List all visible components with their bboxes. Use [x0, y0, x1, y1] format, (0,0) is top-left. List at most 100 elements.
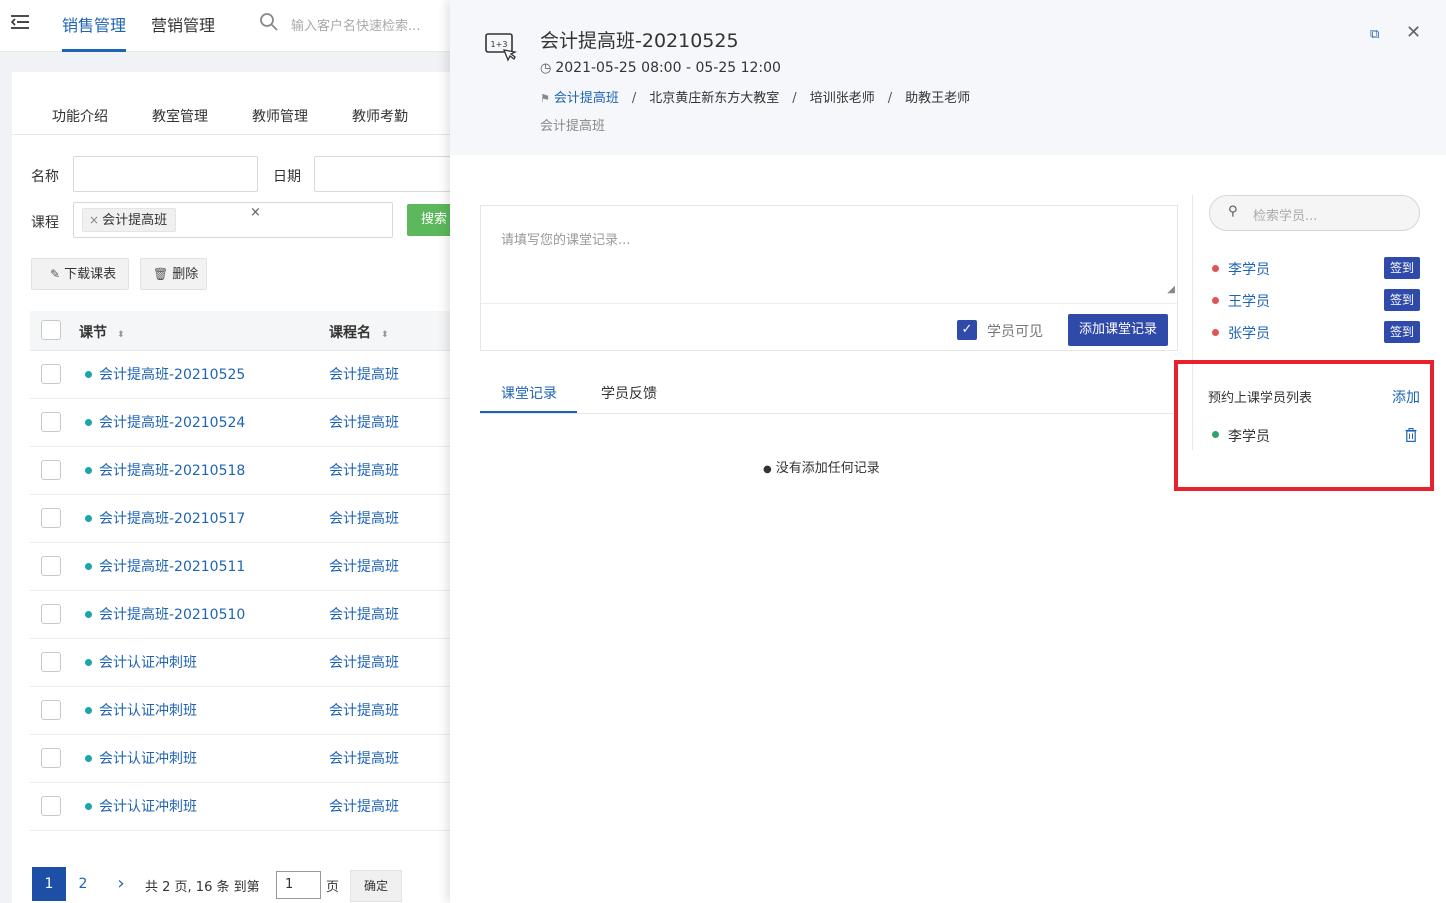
row-checkbox[interactable]	[41, 796, 61, 816]
row-checkbox[interactable]	[41, 412, 61, 432]
resize-handle-icon[interactable]: ◢	[1167, 284, 1175, 295]
course-name-link[interactable]: 会计提高班	[329, 364, 399, 384]
sort-icon[interactable]: ⬍	[381, 330, 389, 340]
course-name-link[interactable]: 会计提高班	[329, 508, 399, 528]
next-page-icon[interactable]: ›	[104, 867, 138, 901]
page-current[interactable]: 1	[32, 867, 66, 901]
status-dot	[85, 371, 92, 378]
status-dot	[85, 659, 92, 666]
add-class-note-button[interactable]: 添加课堂记录	[1068, 314, 1168, 346]
lesson-name-link[interactable]: 会计提高班-20210525	[99, 364, 245, 384]
status-dot	[85, 803, 92, 810]
column-lesson[interactable]: 课节 ⬍	[79, 322, 125, 342]
column-course[interactable]: 课程名 ⬍	[329, 322, 389, 342]
class-note-editor: 请填写您的课堂记录... ◢ ✓ 学员可见 添加课堂记录	[480, 205, 1178, 351]
lightbulb-icon: ●	[763, 464, 772, 475]
page-jump-input[interactable]: 1	[276, 871, 321, 899]
lesson-name-link[interactable]: 会计认证冲刺班	[99, 796, 197, 816]
subtab-attendance[interactable]: 教师考勤	[352, 106, 408, 126]
booking-add-link[interactable]: 添加	[1392, 387, 1420, 407]
tab-class-records[interactable]: 课堂记录	[501, 383, 557, 403]
table-header: 课节 ⬍ 课程名 ⬍	[30, 311, 450, 351]
student-name-link[interactable]: 李学员	[1228, 259, 1270, 279]
lesson-name-link[interactable]: 会计提高班-20210524	[99, 412, 245, 432]
lesson-name-link[interactable]: 会计认证冲刺班	[99, 652, 197, 672]
student-visible-label: 学员可见	[987, 324, 1043, 340]
nav-tab-marketing[interactable]: 营销管理	[151, 12, 215, 36]
course-name-link[interactable]: 会计提高班	[329, 460, 399, 480]
search-icon: ⚲	[1228, 204, 1238, 219]
row-checkbox[interactable]	[41, 364, 61, 384]
lesson-name-link[interactable]: 会计提高班-20210510	[99, 604, 245, 624]
booking-student-name: 李学员	[1228, 429, 1270, 445]
note-divider	[481, 303, 1177, 304]
sign-in-button[interactable]: 签到	[1384, 321, 1420, 343]
table-row: 会计认证冲刺班 会计提高班	[30, 735, 450, 783]
lesson-name-link[interactable]: 会计认证冲刺班	[99, 748, 197, 768]
row-checkbox[interactable]	[41, 556, 61, 576]
lesson-name-link[interactable]: 会计提高班-20210517	[99, 508, 245, 528]
app-root: 销售管理 营销管理 输入客户名快速检索... 功能介绍 教室管理 教师管理 教师…	[0, 0, 1446, 903]
subtab-teachers[interactable]: 教师管理	[252, 106, 308, 126]
course-name-link[interactable]: 会计提高班	[329, 796, 399, 816]
subtab-divider	[12, 134, 462, 135]
course-name-link[interactable]: 会计提高班	[329, 748, 399, 768]
course-tag-label: 会计提高班	[102, 213, 168, 228]
table-row: 会计认证冲刺班 会计提高班	[30, 783, 450, 831]
delete-button[interactable]: 🗑 删除	[140, 258, 207, 290]
highlight-box	[1174, 360, 1434, 491]
class-note-textarea[interactable]: 请填写您的课堂记录...	[501, 229, 630, 248]
course-name-link[interactable]: 会计提高班	[329, 556, 399, 576]
nav-tab-active-indicator	[62, 49, 126, 52]
select-all-checkbox[interactable]	[41, 320, 61, 340]
table-row: 会计提高班-20210510 会计提高班	[30, 591, 450, 639]
sort-icon[interactable]: ⬍	[117, 330, 125, 340]
student-row: 王学员 签到	[1212, 289, 1422, 313]
page-2[interactable]: 2	[66, 867, 100, 901]
name-input[interactable]	[73, 156, 258, 192]
course-name-link[interactable]: 会计提高班	[329, 604, 399, 624]
row-checkbox[interactable]	[41, 652, 61, 672]
student-search-input[interactable]: ⚲ 检索学员...	[1209, 195, 1420, 231]
student-row: 李学员 签到	[1212, 257, 1422, 281]
nav-tab-sales[interactable]: 销售管理	[62, 12, 126, 36]
date-input[interactable]	[314, 156, 464, 192]
page-confirm-button[interactable]: 确定	[350, 870, 402, 902]
trash-icon[interactable]	[1405, 428, 1417, 442]
lesson-name-link[interactable]: 会计认证冲刺班	[99, 700, 197, 720]
sign-in-button[interactable]: 签到	[1384, 257, 1420, 279]
row-checkbox[interactable]	[41, 460, 61, 480]
course-icon: ⚑	[540, 92, 550, 105]
tab-active-indicator	[480, 411, 577, 413]
course-link[interactable]: 会计提高班	[554, 91, 619, 106]
row-checkbox[interactable]	[41, 604, 61, 624]
course-name-link[interactable]: 会计提高班	[329, 700, 399, 720]
row-checkbox[interactable]	[41, 748, 61, 768]
menu-toggle-icon[interactable]	[10, 12, 30, 32]
expand-icon[interactable]: ⧉	[1370, 27, 1379, 42]
student-name-link[interactable]: 王学员	[1228, 291, 1270, 311]
student-visible-checkbox[interactable]: ✓	[957, 320, 977, 340]
clear-course-icon[interactable]: ×	[250, 205, 261, 220]
search-icon[interactable]	[259, 12, 279, 32]
sign-in-button[interactable]: 签到	[1384, 289, 1420, 311]
status-dot	[1212, 329, 1219, 336]
tab-student-feedback[interactable]: 学员反馈	[601, 383, 657, 403]
row-checkbox[interactable]	[41, 700, 61, 720]
page-suffix: 页	[326, 880, 340, 895]
teacher-name: 培训张老师	[809, 91, 875, 106]
course-name-link[interactable]: 会计提高班	[329, 652, 399, 672]
status-dot	[85, 707, 92, 714]
download-schedule-button[interactable]: ✎ 下载课表	[31, 258, 129, 290]
lesson-name-link[interactable]: 会计提高班-20210518	[99, 460, 245, 480]
close-icon[interactable]: ✕	[1406, 22, 1421, 43]
lesson-name-link[interactable]: 会计提高班-20210511	[99, 556, 245, 576]
course-name-link[interactable]: 会计提高班	[329, 412, 399, 432]
customer-search-input[interactable]: 输入客户名快速检索...	[291, 15, 420, 34]
subtab-classrooms[interactable]: 教室管理	[152, 106, 208, 126]
row-checkbox[interactable]	[41, 508, 61, 528]
tab-bar-line	[480, 413, 1178, 414]
subtab-intro[interactable]: 功能介绍	[52, 106, 108, 126]
tag-remove-icon[interactable]: ×	[89, 213, 99, 227]
student-name-link[interactable]: 张学员	[1228, 323, 1270, 343]
